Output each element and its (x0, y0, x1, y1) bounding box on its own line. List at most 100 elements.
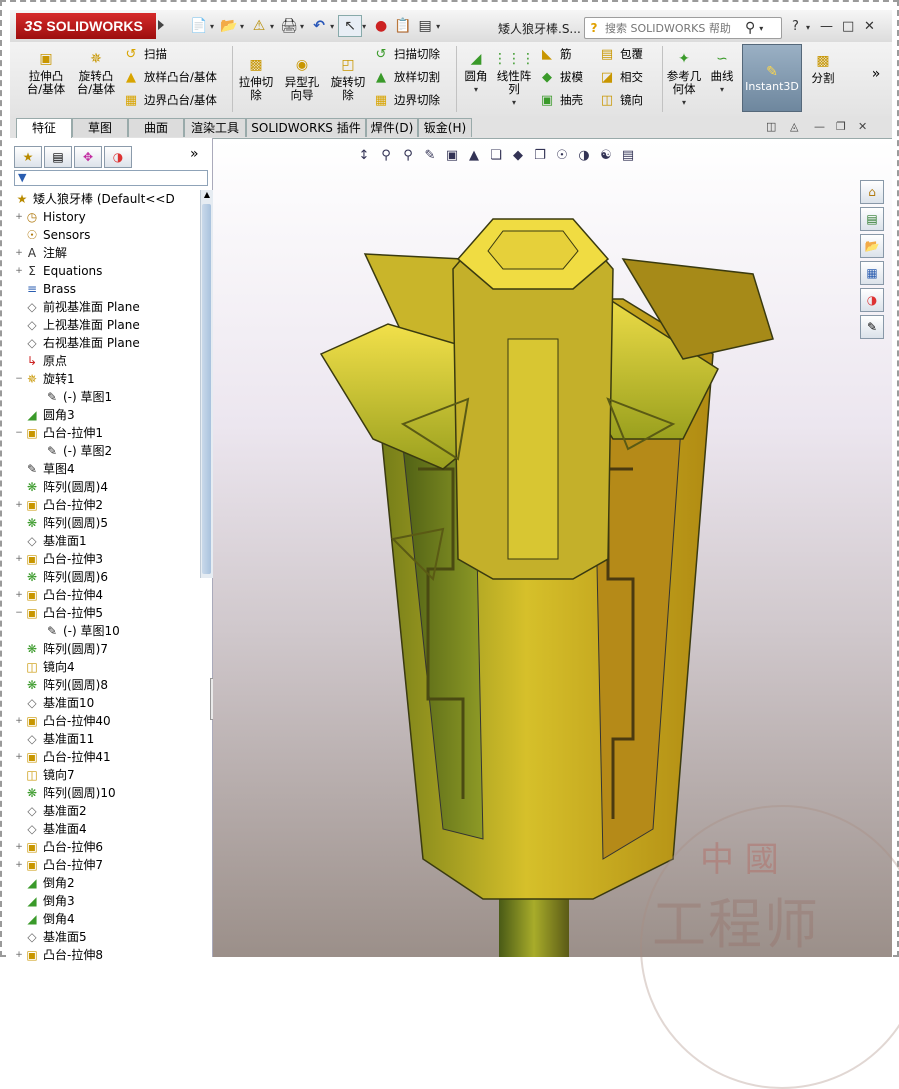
tree-item[interactable]: + ▣ 凸台-拉伸4 (14, 586, 200, 604)
tree-item[interactable]: + ▣ 凸台-拉伸6 (14, 838, 200, 856)
select-dropdown-icon[interactable]: ▾ (362, 22, 366, 31)
help-icon[interactable]: ? (792, 19, 799, 34)
tree-expander-icon[interactable]: + (14, 550, 24, 568)
curves-dropdown-icon[interactable]: ▾ (720, 83, 724, 96)
tree-item[interactable]: + A 注解 (14, 244, 200, 262)
new-dropdown-icon[interactable]: ▾ (210, 22, 214, 31)
tree-item[interactable]: ❋ 阵列(圆周)7 (14, 640, 200, 658)
boundary-boss-button[interactable]: ▦ 边界凸台/基体 (122, 90, 217, 110)
save-icon[interactable]: ⚠ (248, 16, 270, 36)
wrap-button[interactable]: ▤ 包覆 (598, 44, 643, 64)
tab-sheet-metal[interactable]: 钣金(H) (418, 118, 472, 137)
tree-item[interactable]: ◇ 基准面5 (14, 928, 200, 946)
tree-item[interactable]: ❋ 阵列(圆周)8 (14, 676, 200, 694)
tree-item[interactable]: ◢ 倒角3 (14, 892, 200, 910)
tree-expander-icon[interactable]: + (14, 262, 24, 280)
ribbon-more-button[interactable]: » (868, 67, 884, 81)
undo-icon[interactable]: ↶ (308, 16, 330, 36)
tree-item[interactable]: ☉ Sensors (14, 226, 200, 244)
options-dropdown-icon[interactable]: ▾ (436, 22, 440, 31)
feature-tree-filter[interactable]: ▼ (14, 170, 208, 186)
tree-item[interactable]: ❋ 阵列(圆周)10 (14, 784, 200, 802)
tile-left-icon[interactable]: ◫ (766, 120, 776, 133)
doc-close-icon[interactable]: ✕ (858, 120, 867, 133)
expand-panel-icon[interactable]: » (190, 146, 199, 166)
tab-weldments[interactable]: 焊件(D) (366, 118, 418, 137)
tree-root[interactable]: ★ 矮人狼牙棒 (Default<<D (14, 190, 200, 208)
solidworks-logo[interactable]: 3S SOLIDWORKS (16, 13, 156, 39)
revolve-boss-button[interactable]: ✵ 旋转凸 台/基体 (72, 50, 120, 96)
rib-button[interactable]: ◣ 筋 (538, 44, 572, 64)
fillet-dropdown-icon[interactable]: ▾ (474, 83, 478, 96)
swept-cut-button[interactable]: ↺ 扫描切除 (372, 44, 440, 64)
pattern-dropdown-icon[interactable]: ▾ (512, 96, 516, 109)
revolve-cut-button[interactable]: ◰ 旋转切 除 (328, 56, 368, 102)
shell-button[interactable]: ▣ 抽壳 (538, 90, 583, 110)
close-icon[interactable]: ✕ (864, 19, 875, 34)
rebuild-traffic-light-icon[interactable]: ● (370, 16, 392, 36)
appearances-scenes-icon[interactable]: ◑ (860, 288, 884, 312)
tree-item[interactable]: ≡ Brass (14, 280, 200, 298)
open-dropdown-icon[interactable]: ▾ (240, 22, 244, 31)
tree-scrollbar[interactable]: ▲ (200, 190, 213, 578)
tree-item[interactable]: + ◷ History (14, 208, 200, 226)
tree-item[interactable]: ✎ 草图4 (14, 460, 200, 478)
tree-item[interactable]: ◇ 右视基准面 Plane (14, 334, 200, 352)
tree-item[interactable]: ✎ (-) 草图2 (14, 442, 200, 460)
tree-item[interactable]: ❋ 阵列(圆周)5 (14, 514, 200, 532)
tree-item[interactable]: ◇ 基准面11 (14, 730, 200, 748)
tree-item[interactable]: ↳ 原点 (14, 352, 200, 370)
tree-item[interactable]: + ▣ 凸台-拉伸40 (14, 712, 200, 730)
tab-solidworks-addins[interactable]: SOLIDWORKS 插件 (246, 118, 366, 137)
tab-render-tools[interactable]: 渲染工具 (184, 118, 246, 137)
undo-dropdown-icon[interactable]: ▾ (330, 22, 334, 31)
tree-item[interactable]: ◇ 上视基准面 Plane (14, 316, 200, 334)
tree-expander-icon[interactable]: + (14, 586, 24, 604)
configuration-manager-tab-icon[interactable]: ✥ (74, 146, 102, 168)
intersect-button[interactable]: ◪ 相交 (598, 67, 643, 87)
tree-item[interactable]: ✎ (-) 草图10 (14, 622, 200, 640)
reference-geometry-button[interactable]: ✦ 参考几 何体 ▾ (664, 50, 704, 109)
tab-sketch[interactable]: 草图 (72, 118, 128, 137)
tree-item[interactable]: ◇ 基准面1 (14, 532, 200, 550)
tree-item[interactable]: ◢ 圆角3 (14, 406, 200, 424)
tree-expander-icon[interactable]: − (14, 604, 24, 622)
tree-item[interactable]: + Σ Equations (14, 262, 200, 280)
tree-item[interactable]: + ▣ 凸台-拉伸7 (14, 856, 200, 874)
help-dropdown-icon[interactable]: ▾ (806, 23, 810, 32)
scroll-up-arrow-icon[interactable]: ▲ (201, 190, 213, 199)
restore-icon[interactable]: □ (842, 19, 854, 34)
feature-manager-tab-icon[interactable]: ★ (14, 146, 42, 168)
tree-item[interactable]: ◢ 倒角2 (14, 874, 200, 892)
tree-item[interactable]: ◫ 镜向7 (14, 766, 200, 784)
open-folder-icon[interactable]: 📂 (218, 16, 240, 36)
extrude-boss-button[interactable]: ▣ 拉伸凸 台/基体 (22, 50, 70, 96)
help-search-input[interactable] (603, 20, 745, 36)
file-properties-icon[interactable]: 📋 (392, 16, 414, 36)
draft-button[interactable]: ◆ 拔模 (538, 67, 583, 87)
search-icon[interactable]: ⚲ (745, 20, 755, 36)
solidworks-resources-home-icon[interactable]: ⌂ (860, 180, 884, 204)
tree-item[interactable]: − ✵ 旋转1 (14, 370, 200, 388)
loft-boss-button[interactable]: ▲ 放样凸台/基体 (122, 67, 217, 87)
tab-features[interactable]: 特征 (16, 118, 72, 139)
curves-button[interactable]: ∽ 曲线 ▾ (706, 50, 738, 96)
mirror-button[interactable]: ◫ 镜向 (598, 90, 643, 110)
custom-properties-icon[interactable]: ✎ (860, 315, 884, 339)
scrollbar-thumb[interactable] (202, 204, 211, 574)
tree-expander-icon[interactable]: + (14, 712, 24, 730)
view-palette-icon[interactable]: ▦ (860, 261, 884, 285)
tree-item[interactable]: ❋ 阵列(圆周)6 (14, 568, 200, 586)
tree-expander-icon[interactable]: − (14, 424, 24, 442)
tree-item[interactable]: ◢ 倒角4 (14, 910, 200, 928)
linear-pattern-button[interactable]: ⋮⋮⋮ 线性阵 列 ▾ (493, 50, 535, 109)
tree-item[interactable]: ◇ 基准面4 (14, 820, 200, 838)
fillet-button[interactable]: ◢ 圆角 ▾ (460, 50, 492, 96)
doc-restore-icon[interactable]: ❐ (836, 120, 846, 133)
tree-item[interactable]: ◇ 基准面2 (14, 802, 200, 820)
menu-arrow-icon[interactable] (158, 20, 164, 30)
save-dropdown-icon[interactable]: ▾ (270, 22, 274, 31)
tree-expander-icon[interactable]: + (14, 244, 24, 262)
tree-item[interactable]: ❋ 阵列(圆周)4 (14, 478, 200, 496)
file-explorer-icon[interactable]: 📂 (860, 234, 884, 258)
